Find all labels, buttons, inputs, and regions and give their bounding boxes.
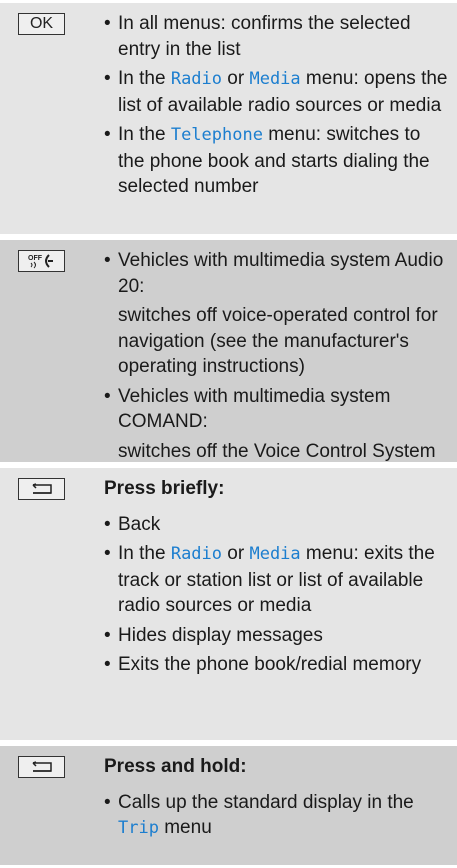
voice-off-key-icon: OFF: [18, 250, 65, 272]
table-row-back-brief: Press briefly: Back In the Radio or Medi…: [0, 465, 457, 743]
list-item: In the Radio or Media menu: exits the tr…: [104, 541, 449, 619]
list-item: In the Telephone menu: switches to the p…: [104, 122, 449, 200]
list-item: Back: [104, 512, 449, 538]
table-row-voice-off: OFF Vehicles with multimedia system Audi…: [0, 237, 457, 487]
table-row-ok: OK In all menus: confirms the selected e…: [0, 0, 457, 237]
section-heading: Press and hold:: [104, 756, 247, 777]
section-heading: Press briefly:: [104, 478, 225, 499]
menu-name-telephone: Telephone: [170, 125, 263, 145]
svg-text:OFF: OFF: [28, 255, 43, 262]
list-item: In the Radio or Media menu: opens the li…: [104, 66, 449, 118]
menu-name-trip: Trip: [118, 818, 159, 838]
list-item: Hides display messages: [104, 623, 449, 649]
list-item: Vehicles with multimedia system Audio 20…: [104, 248, 449, 299]
back-key-icon: [18, 478, 65, 500]
menu-name-radio: Radio: [170, 69, 223, 89]
list-item-detail: switches off voice-operated control for …: [118, 305, 438, 377]
menu-name-media: Media: [249, 69, 301, 89]
list-item: In all menus: confirms the selected entr…: [104, 11, 449, 62]
ok-key-icon: OK: [18, 13, 65, 35]
list-item: Exits the phone book/redial memory: [104, 652, 449, 678]
function-table: OK In all menus: confirms the selected e…: [0, 0, 457, 868]
menu-name-radio: Radio: [170, 544, 223, 564]
menu-name-media: Media: [249, 544, 301, 564]
back-key-icon: [18, 756, 65, 778]
list-item: Calls up the standard display in the Tri…: [104, 790, 449, 842]
table-row-back-hold: Press and hold: Calls up the standard di…: [0, 743, 457, 868]
list-item: Vehicles with multimedia system COMAND:: [104, 384, 449, 435]
